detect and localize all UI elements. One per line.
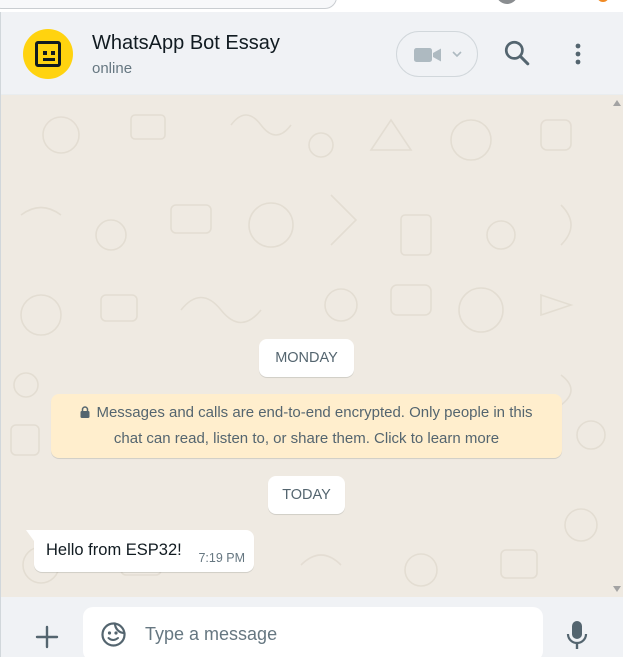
contact-name[interactable]: WhatsApp Bot Essay — [92, 32, 280, 55]
message-pane[interactable]: MONDAY Messages and calls are end-to-end… — [1, 95, 623, 597]
browser-profile-icon[interactable] — [496, 0, 518, 4]
chat-scrollbar[interactable] — [611, 95, 623, 597]
more-vert-icon[interactable] — [569, 40, 587, 70]
incoming-message-bubble[interactable]: Hello from ESP32! 7:19 PM — [26, 530, 254, 572]
encryption-notice-line-2: chat can read, listen to, or share them.… — [113, 430, 500, 447]
video-camera-icon — [414, 48, 441, 62]
chevron-down-icon — [452, 51, 462, 58]
plus-icon[interactable] — [34, 624, 60, 650]
encryption-notice-line-1: Messages and calls are end-to-end encryp… — [61, 400, 552, 426]
robot-face-icon[interactable] — [23, 29, 73, 79]
scroll-down-arrow-icon[interactable] — [613, 586, 621, 592]
encryption-notice[interactable]: Messages and calls are end-to-end encryp… — [51, 394, 562, 458]
chat-header[interactable]: WhatsApp Bot Essay online — [1, 12, 623, 95]
date-separator: TODAY — [268, 476, 345, 514]
browser-extension-icon[interactable] — [597, 0, 609, 2]
message-time: 7:19 PM — [198, 551, 245, 565]
message-input-box[interactable] — [83, 607, 543, 661]
browser-top-strip — [0, 0, 623, 12]
contact-status: online — [92, 60, 133, 77]
lock-icon — [80, 406, 90, 418]
browser-tab-edge — [0, 0, 337, 9]
sticker-icon[interactable] — [100, 621, 127, 648]
microphone-icon[interactable] — [566, 620, 588, 652]
video-call-button[interactable] — [396, 31, 478, 77]
message-text: Hello from ESP32! — [46, 541, 182, 559]
scroll-up-arrow-icon[interactable] — [613, 100, 621, 106]
date-separator: MONDAY — [259, 339, 354, 377]
bubble-tail — [26, 530, 34, 541]
message-composer — [1, 597, 623, 661]
message-input[interactable] — [145, 607, 525, 661]
search-icon[interactable] — [503, 39, 531, 67]
whatsapp-chat-window: WhatsApp Bot Essay online MONDAY Message… — [0, 12, 623, 661]
